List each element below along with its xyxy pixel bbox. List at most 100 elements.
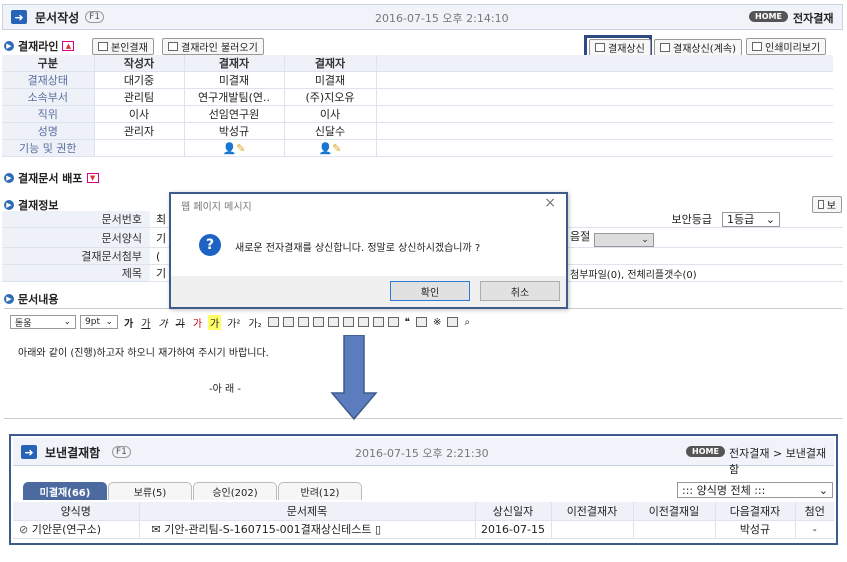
superscript-icon[interactable]: 가² — [225, 315, 242, 330]
help-icon[interactable]: F1 — [112, 446, 131, 458]
align-center-icon[interactable] — [282, 317, 294, 327]
doc-title-link[interactable]: 기안-관리팀-S-160715-001결재상신테스트 — [164, 523, 371, 536]
table-cell[interactable]: 👤✎ — [284, 139, 377, 157]
form-filter-select[interactable]: ::: 양식명 전체 ::: ⌄ — [677, 482, 833, 498]
special-char-icon[interactable]: ※ — [431, 317, 443, 328]
my-approval-button[interactable]: 본인결재 — [92, 38, 154, 55]
align-left-icon[interactable] — [267, 317, 279, 327]
col-header: 결재자 — [184, 55, 285, 72]
italic-icon[interactable]: 가 — [156, 315, 169, 330]
sent-list-table: 양식명 문서제목 상신일자 이전결재자 이전결재일 다음결재자 첨언 ⊘ 기안문… — [13, 502, 834, 539]
link-icon[interactable] — [416, 317, 428, 327]
submit-approval-button[interactable]: 결재상신 — [589, 39, 651, 56]
table-cell: 신달수 — [284, 122, 377, 140]
size-select[interactable]: 9pt ⌄ — [80, 315, 118, 329]
table-cell: 미결재 — [284, 71, 377, 89]
editor-body-line1[interactable]: 아래와 같이 (진행)하고자 하오니 재가하여 주시기 바랍니다. — [18, 344, 269, 359]
strike-icon[interactable]: 가 — [174, 315, 187, 330]
expand-icon[interactable]: ▼ — [86, 173, 99, 183]
col-header: 작성자 — [94, 55, 185, 72]
user-icon[interactable]: 👤 — [319, 142, 333, 155]
table-row[interactable]: ⊘ 기안문(연구소) ✉ 기안-관리팀-S-160715-001결재상신테스트 … — [13, 520, 834, 539]
ordered-list-icon[interactable] — [327, 317, 339, 327]
load-icon — [168, 42, 178, 51]
row-label: 직위 — [2, 105, 95, 123]
print-preview-button[interactable]: 인쇄미리보기 — [746, 38, 827, 55]
search-icon[interactable]: ⌕ — [462, 317, 472, 328]
down-arrow-icon — [330, 335, 378, 421]
table-cell[interactable]: 👤✎ — [184, 139, 285, 157]
user-icon[interactable]: 👤 — [223, 142, 237, 155]
tab-pending[interactable]: 미결재(66) — [23, 482, 107, 500]
font-select[interactable]: 돋움 ⌄ — [10, 315, 76, 329]
attachment-info: 첨부파일(0), 전체리플갯수(0) — [570, 264, 843, 282]
table-cell — [94, 139, 185, 157]
content-header: ▶ 문서내용 — [4, 291, 58, 307]
collapse-icon[interactable]: ▲ — [62, 41, 75, 51]
breadcrumb[interactable]: 전자결재 > 보낸결재함 — [729, 445, 834, 477]
bullet-list-icon[interactable] — [342, 317, 354, 327]
tab-rejected[interactable]: 반려(12) — [278, 482, 362, 500]
tab-approved[interactable]: 승인(202) — [193, 482, 277, 500]
submit-continue-button[interactable]: 결재상신(계속) — [654, 39, 743, 56]
preservation-select[interactable]: ⌄ — [593, 233, 654, 247]
bullet-icon: ▶ — [4, 41, 14, 51]
bullet-icon: ▶ — [4, 173, 14, 183]
subscript-icon[interactable]: 가₂ — [246, 315, 263, 330]
indent-icon[interactable] — [372, 317, 384, 327]
align-justify-icon[interactable] — [312, 317, 324, 327]
arrow-right-icon: ➜ — [11, 10, 27, 24]
security-label: 보안등급 — [570, 211, 722, 228]
load-approval-line-button[interactable]: 결재라인 불러오기 — [162, 38, 264, 55]
quote-icon[interactable]: ❝ — [403, 317, 412, 328]
clear-format-icon[interactable] — [387, 317, 399, 327]
cancel-button[interactable]: 취소 — [480, 281, 560, 301]
distribution-header: ▶ 결재문서 배포 ▼ — [4, 170, 99, 186]
approval-icon — [98, 42, 108, 51]
col-header: 이전결재자 — [551, 502, 634, 521]
font-color-icon[interactable]: 가 — [191, 315, 204, 330]
bold-icon[interactable]: 가 — [122, 315, 135, 330]
approval-line-title: 결재라인 — [18, 40, 59, 53]
chevron-down-icon: ⌄ — [818, 483, 828, 497]
col-header: 양식명 — [13, 502, 140, 521]
edit-icon[interactable]: ✎ — [332, 142, 341, 155]
editor-body-line2[interactable]: -아 래 - — [209, 380, 241, 395]
table-cell: 연구개발팀(연.. — [184, 88, 285, 106]
table-cell: 관리팀 — [94, 88, 185, 106]
edit-icon[interactable]: ✎ — [236, 142, 245, 155]
row-label: 기능 및 권한 — [2, 139, 95, 157]
close-icon[interactable]: × — [544, 195, 556, 211]
outdent-icon[interactable] — [357, 317, 369, 327]
print-icon — [752, 42, 762, 51]
home-badge[interactable]: HOME — [749, 11, 788, 22]
header-datetime: 2016-07-15 오후 2:14:10 — [375, 12, 509, 25]
align-right-icon[interactable] — [297, 317, 309, 327]
breadcrumb[interactable]: 전자결재 — [793, 10, 833, 26]
ok-button[interactable]: 확인 — [390, 281, 470, 301]
table-cell: 이사 — [284, 105, 377, 123]
arrow-right-icon: ➜ — [21, 445, 37, 459]
security-select[interactable]: 1등급 ⌄ — [722, 211, 780, 227]
tab-hold[interactable]: 보류(5) — [108, 482, 192, 500]
table-cell — [551, 520, 634, 539]
submit-continue-icon — [660, 43, 670, 52]
row-label: 성명 — [2, 122, 95, 140]
bullet-icon: ▶ — [4, 200, 14, 210]
col-header: 첨언 — [795, 502, 834, 521]
help-icon[interactable]: F1 — [85, 11, 105, 23]
attachment-label: 결재문서첨부 — [2, 247, 150, 265]
table-icon[interactable] — [447, 317, 459, 327]
confirm-dialog: 웹 페이지 메시지 × ? 새로운 전자결재를 상신합니다. 정말로 상신하시겠… — [169, 192, 568, 309]
row-label: 결재상태 — [2, 71, 95, 89]
underline-icon[interactable]: 가 — [139, 315, 152, 330]
sent-datetime: 2016-07-15 오후 2:21:30 — [355, 447, 489, 460]
preservation-value: 음절 — [570, 230, 591, 243]
table-cell: (주)지오유 — [284, 88, 377, 106]
highlight-icon[interactable]: 가 — [208, 314, 222, 330]
question-icon: ? — [199, 234, 221, 256]
editor-toolbar: 돋움 ⌄ 9pt ⌄ 가 가 가 가 가 가 가² 가₂ ❝ ※ ⌕ — [10, 313, 835, 331]
chevron-down-icon: ⌄ — [105, 317, 113, 327]
document-icon: ▯ — [375, 523, 382, 536]
home-badge[interactable]: HOME — [686, 446, 725, 457]
